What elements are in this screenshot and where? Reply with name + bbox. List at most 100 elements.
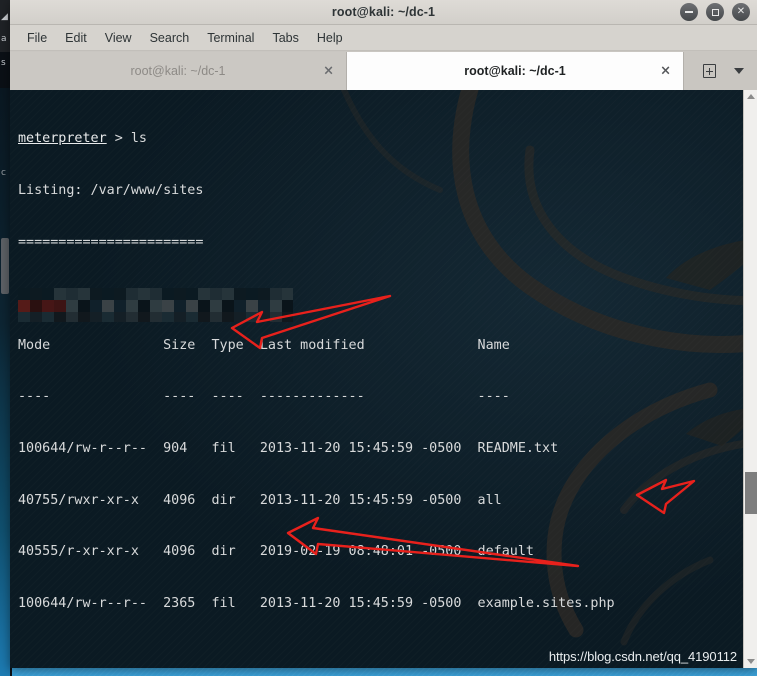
tab-close-icon[interactable]: × <box>323 65 334 78</box>
minimize-button[interactable] <box>680 3 698 21</box>
mosaic-cell <box>186 288 198 300</box>
terminal-table-rule: ---- ---- ---- ------------- ---- <box>18 389 510 405</box>
menu-item-file[interactable]: File <box>18 28 56 48</box>
tab-terminal-1[interactable]: root@kali: ~/dc-1 × <box>10 52 347 90</box>
title-bar: root@kali: ~/dc-1 ✕ <box>10 0 757 25</box>
terminal-table-row: 40755/rwxr-xr-x 4096 dir 2013-11-20 15:4… <box>18 492 502 508</box>
terminal-table-header: Mode Size Type Last modified Name <box>18 337 510 353</box>
mosaic-cell <box>174 288 186 300</box>
menu-item-edit[interactable]: Edit <box>56 28 96 48</box>
mosaic-cell <box>222 312 234 322</box>
mosaic-cell <box>186 300 198 312</box>
watermark-url: https://blog.csdn.net/qq_4190112 <box>548 649 737 664</box>
new-tab-button[interactable] <box>695 56 723 86</box>
mosaic-cell <box>30 312 42 322</box>
mosaic-cell <box>78 288 90 300</box>
mosaic-cell <box>198 300 210 312</box>
tab-close-icon[interactable]: × <box>660 65 671 78</box>
mosaic-cell <box>234 312 246 322</box>
mosaic-cell <box>270 312 282 322</box>
menu-item-search[interactable]: Search <box>141 28 199 48</box>
triangle-down-icon <box>746 659 755 664</box>
mosaic-cell <box>246 300 258 312</box>
mosaic-cell <box>210 300 222 312</box>
scroll-up-button[interactable] <box>744 90 757 103</box>
tab-bar: root@kali: ~/dc-1 × root@kali: ~/dc-1 × <box>10 51 757 90</box>
mosaic-cell <box>198 312 210 322</box>
terminal-line: meterpreter > ls <box>18 130 743 147</box>
mosaic-cell <box>90 288 102 300</box>
maximize-icon <box>711 8 719 16</box>
terminal-line: Listing: /var/www/sites <box>18 183 204 198</box>
mosaic-cell <box>18 300 30 312</box>
prompt-label: meterpreter <box>18 131 107 147</box>
scroll-down-button[interactable] <box>744 655 757 668</box>
mosaic-cell <box>162 300 174 312</box>
terminal-screen[interactable]: meterpreter > ls Listing: /var/www/sites… <box>10 90 743 668</box>
mosaic-cell <box>234 300 246 312</box>
menu-item-help[interactable]: Help <box>308 28 352 48</box>
terminal-output: meterpreter > ls Listing: /var/www/sites… <box>10 90 743 668</box>
window-title: root@kali: ~/dc-1 <box>331 5 436 19</box>
mosaic-cell <box>54 288 66 300</box>
tab-list-button[interactable] <box>725 56 753 86</box>
mosaic-cell <box>150 300 162 312</box>
mosaic-cell <box>246 312 258 322</box>
mosaic-cell <box>114 288 126 300</box>
mosaic-cell <box>246 288 258 300</box>
censored-region <box>18 288 293 322</box>
mosaic-cell <box>78 312 90 322</box>
mosaic-cell <box>270 288 282 300</box>
mosaic-cell <box>270 300 282 312</box>
menu-item-tabs[interactable]: Tabs <box>263 28 307 48</box>
tab-title: root@kali: ~/dc-1 <box>130 64 226 78</box>
menu-bar: File Edit View Search Terminal Tabs Help <box>10 25 757 51</box>
terminal-scrollbar[interactable] <box>743 90 757 668</box>
mosaic-cell <box>30 288 42 300</box>
close-icon: ✕ <box>736 5 746 17</box>
tab-title: root@kali: ~/dc-1 <box>464 64 566 78</box>
menu-item-view[interactable]: View <box>96 28 141 48</box>
mosaic-cell <box>18 312 30 322</box>
mosaic-cell <box>126 312 138 322</box>
mosaic-cell <box>210 288 222 300</box>
mosaic-cell <box>150 288 162 300</box>
mosaic-cell <box>54 300 66 312</box>
mosaic-cell <box>174 312 186 322</box>
background-side-handle <box>1 238 9 294</box>
terminal-table-row: 40555/r-xr-xr-x 4096 dir 2019-02-19 08:4… <box>18 544 534 560</box>
minimize-icon <box>685 11 693 13</box>
mosaic-cell <box>222 300 234 312</box>
menu-item-terminal[interactable]: Terminal <box>198 28 263 48</box>
mosaic-cell <box>114 312 126 322</box>
mosaic-cell <box>102 312 114 322</box>
mosaic-cell <box>138 300 150 312</box>
mosaic-cell <box>126 300 138 312</box>
terminal-command: > ls <box>106 131 147 147</box>
chevron-down-icon <box>734 68 744 74</box>
window-controls: ✕ <box>680 3 750 21</box>
tab-bar-actions <box>695 52 757 90</box>
terminal-table-row: 100644/rw-r--r-- 904 fil 2013-11-20 15:4… <box>18 440 559 456</box>
mosaic-cell <box>90 312 102 322</box>
mosaic-cell <box>138 312 150 322</box>
mosaic-cell <box>42 288 54 300</box>
mosaic-cell <box>54 312 66 322</box>
mosaic-cell <box>114 300 126 312</box>
close-button[interactable]: ✕ <box>732 3 750 21</box>
mosaic-cell <box>234 288 246 300</box>
tab-terminal-2[interactable]: root@kali: ~/dc-1 × <box>347 52 684 90</box>
scrollbar-thumb[interactable] <box>745 472 757 514</box>
mosaic-cell <box>210 312 222 322</box>
terminal-area: meterpreter > ls Listing: /var/www/sites… <box>10 90 757 668</box>
mosaic-cell <box>186 312 198 322</box>
mosaic-cell <box>90 300 102 312</box>
mosaic-cell <box>138 288 150 300</box>
mosaic-cell <box>198 288 210 300</box>
mosaic-cell <box>174 300 186 312</box>
mosaic-cell <box>258 300 270 312</box>
mosaic-cell <box>126 288 138 300</box>
mosaic-cell <box>66 288 78 300</box>
mosaic-cell <box>102 288 114 300</box>
maximize-button[interactable] <box>706 3 724 21</box>
